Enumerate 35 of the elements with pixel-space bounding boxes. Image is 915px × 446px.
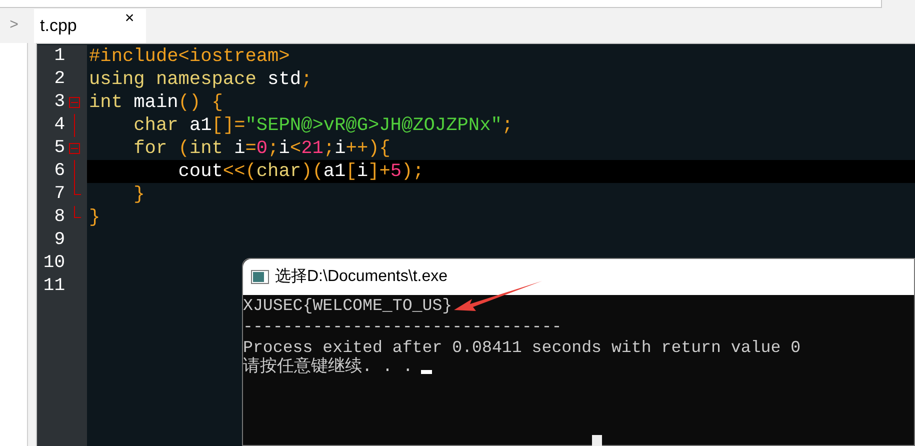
code-line: } [89, 206, 100, 230]
fold-line [74, 114, 75, 137]
line-number: 6 [53, 160, 65, 183]
code-line: cout<<(char)(a1[i]+5); [177, 160, 424, 184]
code-line: using namespace std; [89, 68, 312, 92]
fold-end-marker [74, 183, 81, 195]
console-output: Process exited after 0.08411 seconds with return value 0 [243, 338, 801, 357]
line-number: 2 [53, 68, 65, 91]
fold-line [74, 160, 75, 183]
code-line: #include<iostream> [89, 44, 290, 69]
line-number: 4 [53, 114, 65, 137]
line-number: 10 [42, 252, 65, 275]
line-number: 8 [53, 206, 65, 229]
close-tab-button[interactable]: × [124, 11, 134, 27]
line-number: 11 [42, 275, 65, 298]
line-number: 7 [53, 183, 65, 206]
console-cursor [421, 370, 432, 374]
code-line: for (int i=0;i<21;i++){ [132, 136, 390, 161]
console-output: XJUSEC{WELCOME_TO_US} [243, 296, 452, 315]
fold-toggle[interactable] [69, 143, 80, 154]
line-number: 5 [53, 137, 65, 160]
fold-end-marker [74, 206, 81, 218]
file-tab[interactable]: t.cpp × [34, 9, 146, 43]
console-app-icon [251, 270, 269, 284]
window-title: 选择D:\Documents\t.exe [275, 266, 448, 287]
line-number: 9 [53, 229, 65, 252]
console-prompt: 请按任意键继续. . . [243, 357, 414, 378]
text-cursor [592, 435, 602, 446]
code-line: char a1[]="SEPN@>vR@G>JH@ZOJZPNx"; [132, 114, 514, 138]
code-line: } [132, 182, 145, 207]
console-output: -------------------------------- [243, 317, 562, 336]
line-number: 3 [53, 91, 65, 114]
code-line: int main() { [89, 90, 223, 115]
line-number: 1 [53, 45, 65, 68]
fold-toggle[interactable] [69, 97, 80, 108]
